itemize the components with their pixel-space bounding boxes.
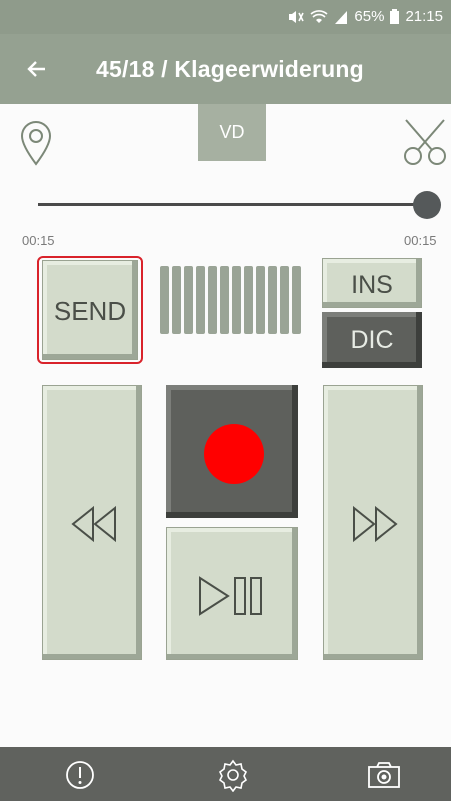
play-pause-button[interactable] (166, 527, 298, 660)
location-pin-icon (20, 121, 52, 166)
audio-level-meter (160, 266, 306, 334)
level-bar (244, 266, 253, 334)
back-button[interactable] (20, 52, 54, 86)
playback-slider-track[interactable] (38, 203, 424, 206)
send-button[interactable]: SEND (42, 260, 138, 360)
rewind-icon (71, 505, 116, 543)
tab-vd[interactable]: VD (198, 104, 266, 161)
info-icon (66, 761, 94, 789)
battery-percent: 65% (354, 8, 385, 25)
level-bar (160, 266, 169, 334)
camera-button[interactable] (366, 759, 402, 791)
level-bar (268, 266, 277, 334)
total-time: 00:15 (404, 233, 437, 248)
level-bar (280, 266, 289, 334)
app-bar: 45/18 / Klageerwiderung (0, 34, 451, 104)
info-button[interactable] (64, 759, 96, 791)
level-bar (292, 266, 301, 334)
insert-mode-button[interactable]: INS (322, 258, 422, 308)
level-bar (256, 266, 265, 334)
clock: 21:15 (405, 8, 443, 25)
cut-button[interactable] (402, 118, 448, 168)
level-bar (184, 266, 193, 334)
camera-icon (368, 762, 400, 788)
current-time: 00:15 (22, 233, 55, 248)
settings-icon (218, 759, 248, 793)
arrow-left-icon (27, 61, 45, 77)
level-bar (172, 266, 181, 334)
scissors-icon (404, 119, 446, 165)
mute-vibrate-icon (289, 10, 305, 23)
level-bar (232, 266, 241, 334)
record-icon (204, 424, 264, 484)
battery-icon (390, 9, 400, 24)
status-bar: 65% 21:15 (0, 0, 451, 34)
dictate-mode-button[interactable]: DIC (322, 312, 422, 368)
signal-icon (335, 10, 348, 24)
settings-button[interactable] (216, 758, 250, 793)
fast-forward-button[interactable] (323, 385, 423, 660)
location-button[interactable] (18, 118, 54, 168)
level-bar (196, 266, 205, 334)
play-pause-icon (199, 576, 262, 616)
rewind-button[interactable] (42, 385, 142, 660)
playback-slider-thumb[interactable] (413, 191, 441, 219)
wifi-icon (310, 9, 328, 23)
level-bar (208, 266, 217, 334)
level-bar (220, 266, 229, 334)
fast-forward-icon (353, 505, 398, 543)
page-title: 45/18 / Klageerwiderung (96, 56, 364, 82)
bottom-bar (0, 747, 451, 801)
